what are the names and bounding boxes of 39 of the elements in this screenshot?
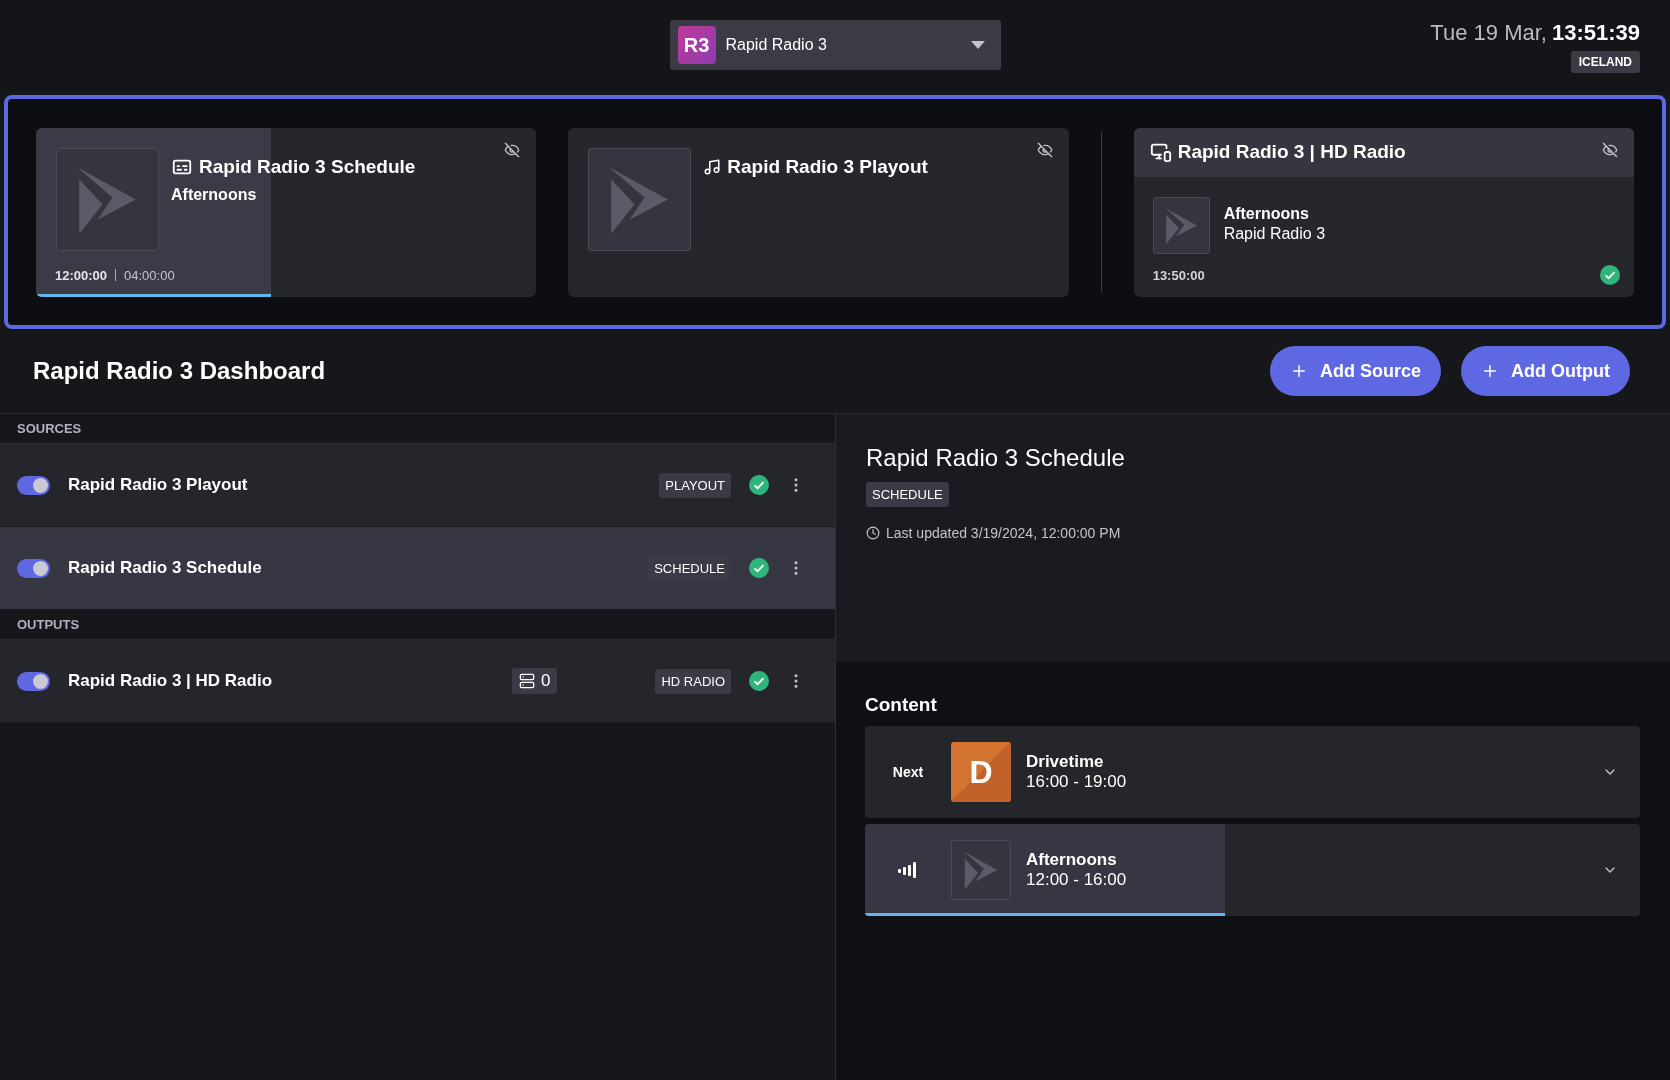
item-time: 12:00 - 16:00 — [1026, 870, 1128, 890]
duration-time: 04:00:00 — [124, 267, 175, 283]
card-title: Rapid Radio 3 | HD Radio — [1177, 141, 1406, 163]
list-row[interactable]: Rapid Radio 3 | HD Radio 0 HD RADIO — [0, 640, 835, 723]
timezone-badge: ICELAND — [1570, 51, 1640, 73]
type-tag: SCHEDULE — [866, 482, 949, 507]
content-heading: Content — [865, 694, 938, 716]
item-title: Drivetime — [1026, 752, 1105, 772]
show-title: Afternoons — [1223, 204, 1310, 223]
clock-date: Tue 19 Mar, — [1430, 20, 1547, 46]
queue-count: 0 — [511, 668, 558, 694]
last-updated: Last updated 3/19/2024, 12:00:00 PM — [886, 525, 1121, 541]
row-name: Rapid Radio 3 | HD Radio — [68, 671, 274, 691]
add-button[interactable]: Add Output — [1461, 346, 1630, 396]
content-item[interactable]: Next D Drivetime 16:00 - 19:00 — [865, 726, 1640, 818]
show-thumbnail: D — [951, 742, 1011, 802]
row-name: Rapid Radio 3 Schedule — [68, 558, 263, 578]
type-tag: PLAYOUT — [659, 472, 731, 498]
content-item[interactable]: Afternoons 12:00 - 16:00 — [865, 824, 1640, 916]
card-title: Rapid Radio 3 Schedule — [199, 155, 416, 178]
station-name: Rapid Radio 3 — [1223, 224, 1326, 243]
station-selector[interactable]: R3 Rapid Radio 3 — [669, 20, 1001, 70]
list-row[interactable]: Rapid Radio 3 Playout PLAYOUT — [0, 444, 835, 527]
station-badge: R3 — [677, 26, 716, 64]
card-title: Rapid Radio 3 Playout — [727, 155, 928, 178]
clock-time: 13:51:39 — [1551, 20, 1640, 46]
elapsed-time: 12:00:00 — [55, 267, 108, 283]
dashboard-title: Rapid Radio 3 Dashboard — [33, 357, 327, 385]
show-title: Afternoons — [171, 185, 258, 204]
list-row[interactable]: Rapid Radio 3 Schedule SCHEDULE — [0, 527, 835, 610]
item-time: 16:00 - 19:00 — [1026, 772, 1128, 792]
next-label: Next — [891, 764, 925, 780]
type-tag: SCHEDULE — [648, 555, 731, 581]
details-title: Rapid Radio 3 Schedule — [866, 444, 1125, 472]
add-button[interactable]: Add Source — [1270, 346, 1442, 396]
type-tag: HD RADIO — [655, 668, 731, 694]
row-name: Rapid Radio 3 Playout — [68, 475, 249, 495]
item-title: Afternoons — [1026, 850, 1118, 870]
output-time: 13:50:00 — [1152, 267, 1205, 283]
